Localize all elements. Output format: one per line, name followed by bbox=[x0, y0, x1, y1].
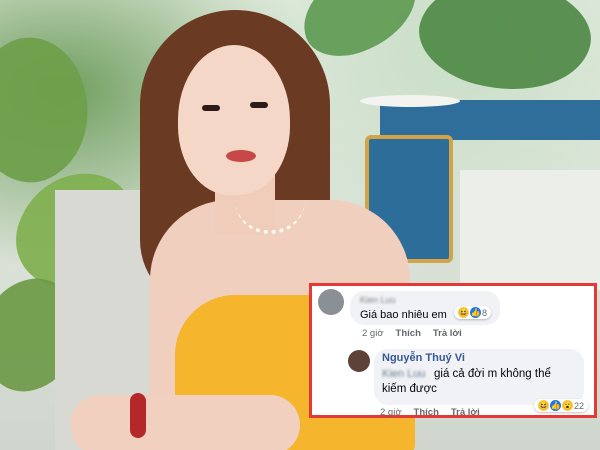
reply-actions: 2 giờ Thích Trả lời bbox=[380, 407, 480, 418]
white-block bbox=[460, 170, 600, 290]
comment-author[interactable]: Kien Luu bbox=[360, 295, 396, 305]
avatar[interactable] bbox=[318, 289, 344, 315]
person-eye bbox=[250, 102, 268, 108]
reply-time: 2 giờ bbox=[380, 407, 402, 418]
reaction-summary[interactable]: 😆 👍 😮 22 bbox=[534, 399, 589, 412]
avatar[interactable] bbox=[348, 350, 370, 372]
reaction-summary[interactable]: 😆 👍 8 bbox=[454, 306, 492, 319]
wow-icon: 😮 bbox=[562, 400, 573, 411]
reaction-count: 22 bbox=[574, 400, 585, 411]
comment-actions: 2 giờ Thích Trả lời bbox=[362, 328, 462, 339]
reply-author[interactable]: Nguyễn Thuý Vi bbox=[382, 352, 465, 364]
like-button[interactable]: Thích bbox=[396, 328, 421, 339]
person-face bbox=[178, 45, 290, 195]
person-arm bbox=[70, 395, 300, 450]
reply-bubble: Nguyễn Thuý Vi Kien Luu giá cả đời m khô… bbox=[374, 349, 584, 405]
comment-text: Giá bao nhiêu em bbox=[360, 309, 447, 321]
photo-scene: Kien Luu Giá bao nhiêu em 😆 👍 8 2 giờ Th… bbox=[0, 0, 600, 450]
cafe-table bbox=[360, 95, 460, 107]
haha-icon: 😆 bbox=[538, 400, 549, 411]
person-lips bbox=[226, 150, 256, 162]
like-icon: 👍 bbox=[550, 400, 561, 411]
reply-text: giá cả đời m không thể kiếm được bbox=[382, 368, 551, 395]
comment-time: 2 giờ bbox=[362, 328, 384, 339]
haha-icon: 😆 bbox=[458, 307, 469, 318]
reply-button[interactable]: Trả lời bbox=[451, 407, 480, 418]
like-icon: 👍 bbox=[470, 307, 481, 318]
comment-screenshot-panel: Kien Luu Giá bao nhiêu em 😆 👍 8 2 giờ Th… bbox=[309, 283, 597, 418]
reply-button[interactable]: Trả lời bbox=[433, 328, 462, 339]
reaction-count: 8 bbox=[482, 307, 488, 318]
red-bracelet bbox=[130, 393, 146, 438]
person-eye bbox=[202, 105, 220, 111]
like-button[interactable]: Thích bbox=[414, 407, 439, 418]
